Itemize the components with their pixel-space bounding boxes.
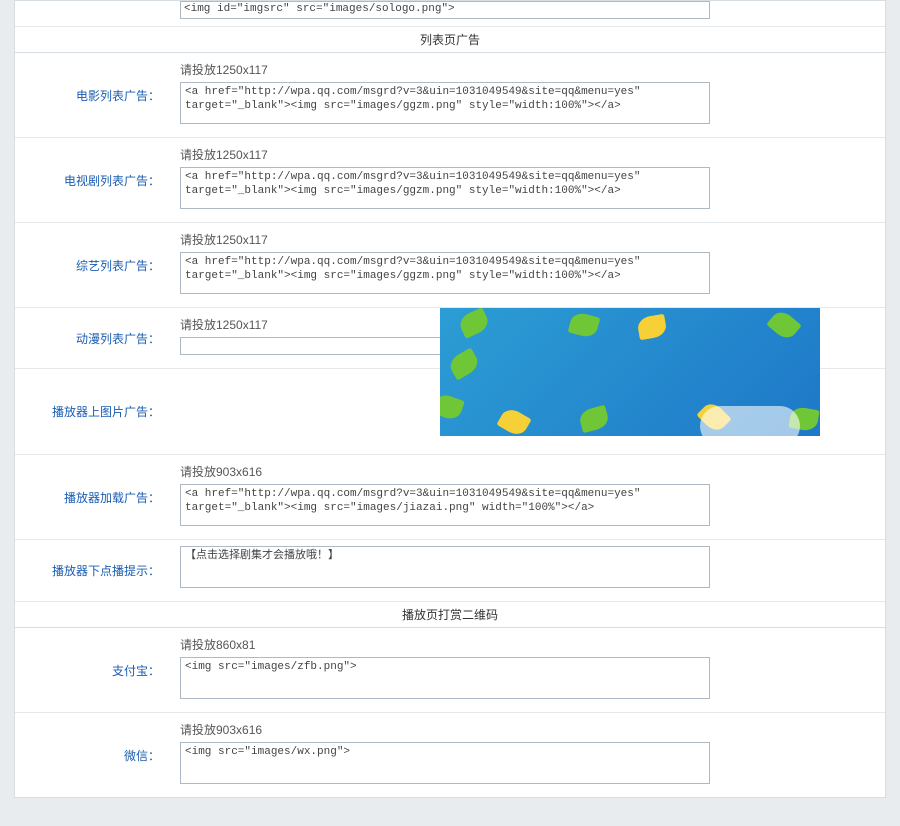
field-wechat: 请投放903x616 [170, 713, 885, 797]
label-tv-list-ad: 电视剧列表广告： [15, 138, 170, 222]
row-player-vod-tip: 播放器下点播提示： [15, 540, 885, 602]
field-player-loading-ad: 请投放903x616 [170, 455, 885, 539]
field-movie-list-ad: 请投放1250x117 [170, 53, 885, 137]
label-wechat: 微信： [15, 713, 170, 797]
textarea-variety-list-ad[interactable] [180, 252, 710, 294]
textarea-movie-list-ad[interactable] [180, 82, 710, 124]
field-variety-list-ad: 请投放1250x117 [170, 223, 885, 307]
label-player-top-img-ad: 播放器上图片广告： [15, 369, 170, 454]
textarea-alipay[interactable] [180, 657, 710, 699]
hint-player-loading-ad: 请投放903x616 [180, 461, 875, 484]
label-player-vod-tip: 播放器下点播提示： [15, 540, 170, 601]
textarea-player-loading-ad[interactable] [180, 484, 710, 526]
top-partial-row [15, 1, 885, 27]
row-player-loading-ad: 播放器加载广告： 请投放903x616 [15, 455, 885, 540]
hint-alipay: 请投放860x81 [180, 634, 875, 657]
hint-variety-list-ad: 请投放1250x117 [180, 229, 875, 252]
row-anime-list-ad: 动漫列表广告： 请投放1250x117 [15, 308, 885, 369]
admin-panel: 列表页广告 电影列表广告： 请投放1250x117 电视剧列表广告： 请投放12… [14, 0, 886, 798]
logo-code-textarea[interactable] [180, 1, 710, 19]
section-header-qr: 播放页打赏二维码 [15, 602, 885, 628]
row-variety-list-ad: 综艺列表广告： 请投放1250x117 [15, 223, 885, 308]
textarea-tv-list-ad[interactable] [180, 167, 710, 209]
hint-tv-list-ad: 请投放1250x117 [180, 144, 875, 167]
field-tv-list-ad: 请投放1250x117 [170, 138, 885, 222]
section-header-list-ads: 列表页广告 [15, 27, 885, 53]
textarea-wechat[interactable] [180, 742, 710, 784]
textarea-player-vod-tip[interactable] [180, 546, 710, 588]
label-variety-list-ad: 综艺列表广告： [15, 223, 170, 307]
label-player-loading-ad: 播放器加载广告： [15, 455, 170, 539]
row-player-top-img-ad: 播放器上图片广告： [15, 369, 885, 455]
row-wechat: 微信： 请投放903x616 [15, 713, 885, 797]
hint-movie-list-ad: 请投放1250x117 [180, 59, 875, 82]
field-anime-list-ad: 请投放1250x117 [170, 308, 885, 368]
field-player-vod-tip [170, 540, 885, 601]
label-anime-list-ad: 动漫列表广告： [15, 308, 170, 368]
row-tv-list-ad: 电视剧列表广告： 请投放1250x117 [15, 138, 885, 223]
field-player-top-img-ad [170, 369, 885, 454]
hint-wechat: 请投放903x616 [180, 719, 875, 742]
row-movie-list-ad: 电影列表广告： 请投放1250x117 [15, 53, 885, 138]
label-movie-list-ad: 电影列表广告： [15, 53, 170, 137]
